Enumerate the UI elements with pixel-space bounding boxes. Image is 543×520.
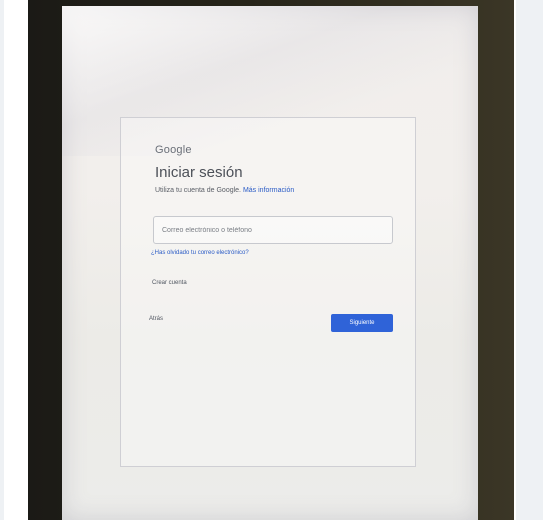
more-info-link[interactable]: Más información — [243, 187, 294, 194]
google-logo: Google — [155, 144, 192, 156]
page-title: Iniciar sesión — [155, 164, 243, 181]
back-link[interactable]: Atrás — [149, 316, 163, 322]
email-input[interactable] — [154, 217, 392, 243]
photo-frame: Google Iniciar sesión Utiliza tu cuenta … — [4, 0, 539, 520]
signin-subtitle: Utiliza tu cuenta de Google. Más informa… — [155, 187, 294, 194]
create-account-link[interactable]: Crear cuenta — [152, 280, 187, 286]
subtitle-text: Utiliza tu cuenta de Google. — [155, 187, 241, 194]
phone-screen: Google Iniciar sesión Utiliza tu cuenta … — [62, 6, 478, 520]
phone-device: Google Iniciar sesión Utiliza tu cuenta … — [28, 0, 514, 520]
forgot-email-link[interactable]: ¿Has olvidado tu correo electrónico? — [151, 250, 249, 256]
signin-card: Google Iniciar sesión Utiliza tu cuenta … — [120, 117, 416, 467]
side-strip — [516, 0, 543, 520]
next-button[interactable]: Siguiente — [331, 314, 393, 332]
email-field[interactable] — [153, 216, 393, 244]
